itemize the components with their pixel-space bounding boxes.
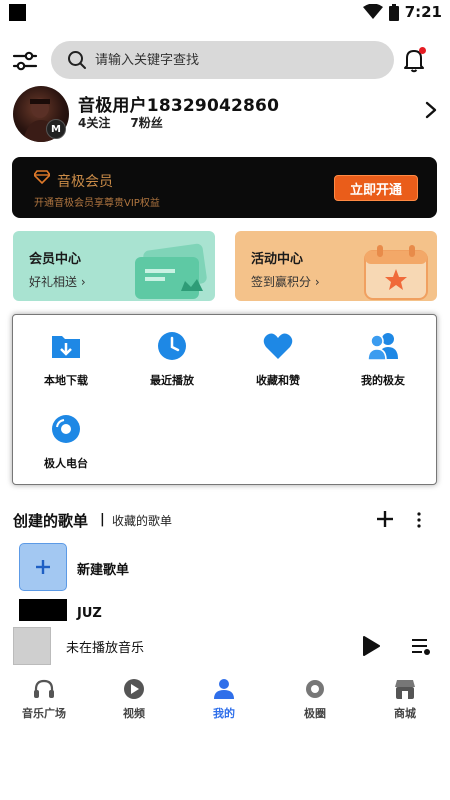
tab-circle[interactable]: 极圈	[280, 678, 350, 726]
member-center-subtitle: 好礼相送 ›	[29, 275, 86, 289]
headphones-icon	[34, 679, 54, 698]
vip-banner[interactable]: 音极会员 开通音极会员享尊贵VIP权益 立即开通	[12, 157, 437, 218]
circle-chat-icon	[306, 680, 324, 698]
tab-label: 极圈	[304, 707, 326, 720]
shortcut-local-download[interactable]: 本地下载	[16, 330, 116, 400]
tab-label: 视频	[123, 707, 145, 720]
now-playing-status: 未在播放音乐	[66, 641, 145, 656]
status-time: 7:21	[404, 3, 442, 21]
tab-mine[interactable]: 我的	[189, 678, 259, 726]
follow-stats: 4关注 7粉丝	[78, 114, 163, 131]
tab-separator: |	[100, 512, 105, 527]
tab-label: 我的	[213, 707, 235, 720]
shortcut-label: 收藏和赞	[256, 374, 300, 387]
search-icon	[68, 51, 86, 69]
playlist-cover[interactable]	[19, 599, 67, 621]
play-icon[interactable]	[362, 636, 380, 656]
diamond-icon	[34, 170, 50, 184]
plus-icon	[36, 560, 50, 574]
shortcut-recent-play[interactable]: 最近播放	[122, 330, 222, 400]
member-center-card[interactable]: 会员中心 好礼相送 ›	[13, 231, 215, 301]
video-play-icon	[124, 679, 144, 699]
tab-music-square[interactable]: 音乐广场	[9, 678, 79, 726]
activity-center-title: 活动中心	[251, 252, 304, 267]
member-card-icon	[135, 243, 207, 299]
new-playlist-label[interactable]: 新建歌单	[77, 559, 129, 578]
battery-icon	[388, 3, 399, 21]
mini-player[interactable]: 未在播放音乐	[0, 622, 450, 672]
vip-title: 音极会员	[57, 174, 113, 190]
add-icon[interactable]	[375, 509, 395, 529]
shortcut-label: 极人电台	[44, 457, 88, 470]
tab-label: 商城	[394, 707, 416, 720]
now-playing-cover	[13, 627, 51, 665]
tab-video[interactable]: 视频	[99, 678, 169, 726]
shortcut-favorites[interactable]: 收藏和赞	[228, 330, 328, 400]
status-bar: 7:21	[0, 0, 450, 26]
shortcut-label: 最近播放	[150, 374, 194, 387]
new-playlist-button[interactable]	[19, 543, 67, 591]
tab-created-playlists[interactable]: 创建的歌单	[13, 510, 88, 531]
folder-download-icon	[52, 336, 80, 358]
top-bar	[0, 40, 450, 80]
notification-dot	[419, 47, 426, 54]
search-input[interactable]	[95, 52, 365, 68]
vip-activate-button[interactable]: 立即开通	[334, 175, 418, 201]
heart-icon	[263, 333, 293, 359]
username: 音极用户18329042860	[78, 96, 280, 116]
clock-icon	[158, 332, 186, 360]
friends-icon	[367, 333, 398, 361]
store-icon	[395, 680, 415, 699]
tab-label: 音乐广场	[22, 707, 66, 720]
search-bar[interactable]	[51, 41, 394, 79]
tab-store[interactable]: 商城	[370, 678, 440, 726]
chevron-right-icon[interactable]	[424, 100, 438, 120]
playlist-queue-icon[interactable]	[411, 637, 431, 655]
followers-count[interactable]: 7粉丝	[130, 114, 162, 131]
profile-header[interactable]: M 音极用户18329042860 4关注 7粉丝	[0, 86, 450, 146]
avatar-level-badge: M	[46, 119, 66, 139]
tab-collected-playlists[interactable]: 收藏的歌单	[112, 512, 172, 529]
app-notification-icon	[9, 4, 26, 21]
status-icons: 7:21	[362, 3, 442, 21]
more-vertical-icon[interactable]	[414, 511, 424, 529]
shortcut-label: 我的极友	[361, 374, 405, 387]
user-icon	[214, 679, 234, 699]
activity-center-subtitle: 签到赢积分 ›	[251, 275, 320, 289]
shortcut-panel: 本地下载 最近播放 收藏和赞 我的极友 极人电台	[12, 314, 437, 485]
vip-subtitle: 开通音极会员享尊贵VIP权益	[34, 198, 160, 209]
shortcut-radio[interactable]: 极人电台	[16, 413, 116, 483]
member-center-title: 会员中心	[29, 252, 82, 267]
shortcut-my-friends[interactable]: 我的极友	[333, 330, 433, 400]
playlist-name[interactable]: JUZ	[77, 606, 102, 621]
activity-center-card[interactable]: 活动中心 签到赢积分 ›	[235, 231, 437, 301]
notifications-button[interactable]	[401, 47, 427, 73]
radio-disc-icon	[52, 415, 80, 443]
bottom-tab-bar: 音乐广场 视频 我的 极圈 商城	[0, 672, 450, 732]
shortcut-label: 本地下载	[44, 374, 88, 387]
calendar-star-icon	[364, 245, 428, 300]
following-count[interactable]: 4关注	[78, 114, 110, 131]
wifi-icon	[362, 4, 383, 19]
playlist-header: 创建的歌单 | 收藏的歌单	[0, 508, 450, 532]
filter-settings-icon[interactable]	[12, 48, 38, 74]
